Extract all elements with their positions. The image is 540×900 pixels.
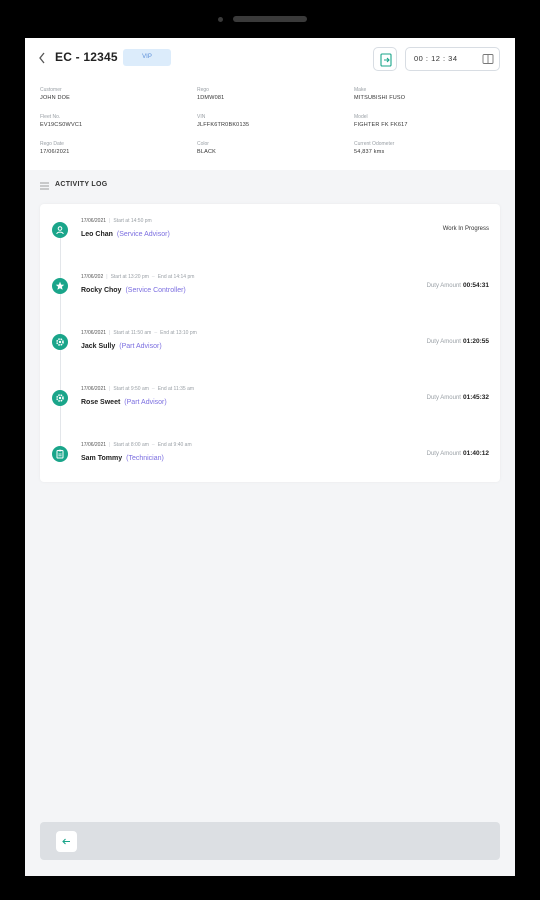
vip-badge: VIP [123,49,171,66]
entry-role: (Service Advisor) [116,231,170,238]
speaker-grille [233,16,307,22]
activity-entry[interactable]: 17/06/2021 | Start at 11:50 am – End at 13:1… [40,316,500,356]
entry-start: Start at 14:50 pm [113,218,152,224]
entry-end: End at 13:10 pm [160,330,197,336]
entry-name: Rose Sweet [81,399,121,406]
back-button[interactable] [56,831,77,852]
entry-role: (Technician) [126,455,164,462]
duty-label: Duty Amount [426,395,461,401]
info-odometer: Current Odometer 54,837 kms [354,141,395,155]
entry-name: Rocky Choy [81,287,122,294]
entry-duty: Duty Amount 01:40:12 [427,450,489,457]
entry-duty: Duty Amount 00:54:31 [427,282,489,289]
entry-person: Rose Sweet (Part Advisor) [81,399,167,406]
timer-value: 00 : 12 : 34 [414,54,458,63]
activity-entry[interactable]: 17/06/2021 | Start at 14:50 pm Leo Chan (Se… [40,204,500,244]
split-view-icon[interactable] [482,53,494,65]
info-color: Color BLACK [197,141,217,155]
entry-status: Work In Progress [442,226,489,232]
vehicle-info-panel: Customer JOHN DOE Rego 1DMW081 Make MITS… [25,82,515,170]
entry-role: (Service Controller) [125,287,186,294]
arrow-left-icon [62,838,70,845]
back-chevron-icon[interactable] [37,51,51,67]
duty-label: Duty Amount [426,451,461,457]
entry-end: End at 14:14 pm [157,274,195,280]
tablet-frame: EC - 12345 VIP 00 : 12 : 34 Customer JOH… [0,0,540,900]
entry-name: Leo Chan [81,231,113,238]
gear-icon [52,390,68,406]
entry-meta: 17/06/2021 | Start at 11:50 am – End at 13:1… [81,330,197,336]
entry-person: Sam Tommy (Technician) [81,455,164,462]
entry-start: Start at 8:00 am [113,442,149,448]
info-rego: Rego 1DMW081 [197,87,225,101]
header-bar: EC - 12345 VIP 00 : 12 : 34 [25,38,515,82]
person-icon [52,222,68,238]
activity-log-title: ACTIVITY LOG [55,181,108,188]
clipboard-icon [52,446,68,462]
export-icon [380,53,392,67]
entry-name: Sam Tommy [81,455,123,462]
app-screen: EC - 12345 VIP 00 : 12 : 34 Customer JOH… [25,38,515,876]
duty-label: Duty Amount [426,339,461,345]
entry-role: (Part Advisor) [119,343,162,350]
info-customer: Customer JOHN DOE [40,87,71,101]
entry-person: Leo Chan (Service Advisor) [81,231,170,238]
entry-duty: Duty Amount 01:20:55 [427,338,489,345]
activity-entry[interactable]: 17/06/202 | Start at 13:20 pm – End at 14:14… [40,260,500,300]
entry-date: 17/06/202 [81,274,104,280]
timer-display[interactable]: 00 : 12 : 34 [405,47,500,71]
entry-start: Start at 9:50 am [113,386,149,392]
entry-end: End at 9:40 am [157,442,192,448]
info-model: Model FIGHTER FK FK617 [354,114,408,128]
duty-value: 00:54:31 [462,282,489,289]
entry-end: End at 11:35 am [157,386,195,392]
page-title: EC - 12345 [55,50,118,64]
list-icon [40,182,49,190]
entry-meta: 17/06/2021 | Start at 14:50 pm [81,218,152,224]
entry-date: 17/06/2021 [81,218,107,224]
entry-meta: 17/06/2021 | Start at 8:00 am – End at 9:40 … [81,442,192,448]
info-vin: VIN JLFFK6TR0BK0135 [197,114,250,128]
gear-icon [52,334,68,350]
entry-date: 17/06/2021 [81,442,107,448]
camera-dot [218,17,223,22]
entry-person: Jack Sully (Part Advisor) [81,343,162,350]
duty-label: Duty Amount [426,283,461,289]
star-icon [52,278,68,294]
duty-value: 01:45:32 [462,394,489,401]
entry-meta: 17/06/202 | Start at 13:20 pm – End at 14:14… [81,274,195,280]
activity-entry[interactable]: 17/06/2021 | Start at 8:00 am – End at 9:40 … [40,428,500,468]
duty-value: 01:20:55 [462,338,489,345]
entry-duty: Duty Amount 01:45:32 [427,394,489,401]
info-rego-date: Rego Date 17/06/2021 [40,141,70,155]
entry-meta: 17/06/2021 | Start at 9:50 am – End at 11:35… [81,386,195,392]
entry-role: (Part Advisor) [124,399,167,406]
bottom-action-bar [40,822,500,860]
entry-start: Start at 13:20 pm [110,274,149,280]
entry-date: 17/06/2021 [81,386,107,392]
info-make: Make MITSUBISHI FUSO [354,87,406,101]
activity-entry[interactable]: 17/06/2021 | Start at 9:50 am – End at 11:35… [40,372,500,412]
entry-date: 17/06/2021 [81,330,107,336]
export-button[interactable] [373,47,397,71]
info-fleet-no: Fleet No. EV19CS0WVC1 [40,114,83,128]
duty-value: 01:40:12 [462,450,489,457]
activity-log-card: 17/06/2021 | Start at 14:50 pm Leo Chan (Se… [40,204,500,482]
entry-person: Rocky Choy (Service Controller) [81,287,186,294]
entry-name: Jack Sully [81,343,116,350]
entry-start: Start at 11:50 am [113,330,152,336]
